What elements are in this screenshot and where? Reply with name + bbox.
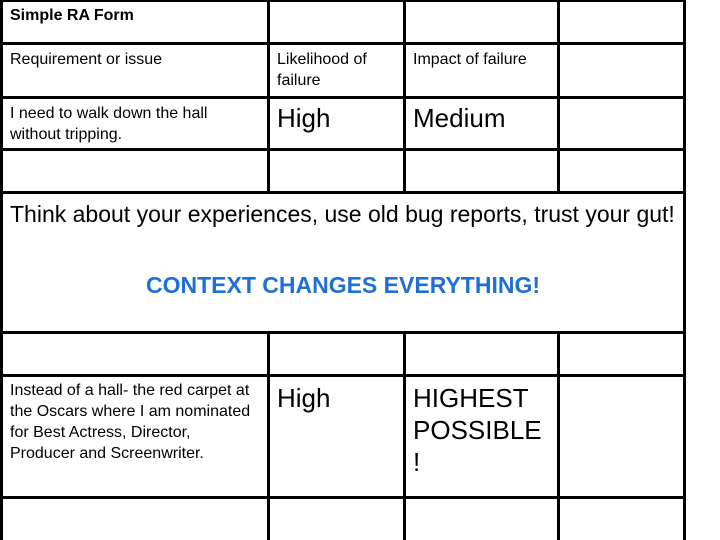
column-divider [403,0,406,193]
guidance-note: Think about your experiences, use old bu… [10,201,675,227]
emphasis-callout: CONTEXT CHANGES EVERYTHING! [145,272,540,298]
row-2-requirement: Instead of a hall- the red carpet at the… [10,382,251,462]
row-2-impact: HIGHEST POSSIBLE ! [413,383,542,477]
row-divider [0,496,685,499]
header-impact: Impact of failure [413,51,527,68]
row-1-requirement: I need to walk down the hall without tri… [10,105,208,143]
column-divider [557,0,560,193]
table-border-right [683,0,686,540]
header-requirement: Requirement or issue [10,51,163,68]
header-likelihood: Likelihood of failure [277,51,367,89]
column-divider [267,332,270,540]
row-2-likelihood: High [277,383,331,413]
row-divider [0,42,685,45]
row-1-impact: Medium [413,103,506,133]
row-divider [0,148,685,151]
form-title: Simple RA Form [10,7,134,24]
row-divider [0,191,685,194]
risk-assessment-table: Simple RA Form Requirement or issue Like… [0,0,720,540]
table-border-top [0,0,685,2]
column-divider [557,332,560,540]
row-divider [0,331,685,334]
row-1-likelihood: High [277,103,331,133]
column-divider [267,0,270,193]
